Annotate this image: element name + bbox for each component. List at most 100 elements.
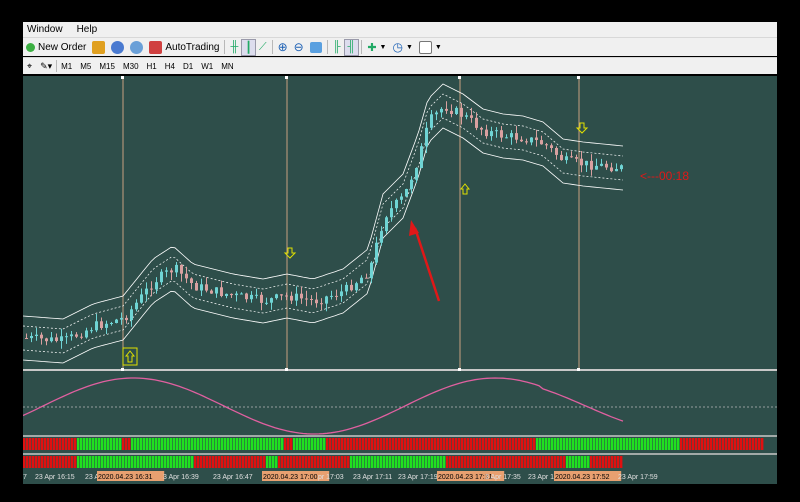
signal-bar bbox=[116, 438, 119, 450]
indicators-button[interactable]: ✚ ▼ bbox=[364, 39, 389, 56]
signal-bar bbox=[521, 438, 524, 450]
signal-bar bbox=[359, 438, 362, 450]
signal-bar bbox=[431, 438, 434, 450]
timeframe-h4[interactable]: H4 bbox=[161, 59, 179, 74]
time-axis-label: 2020.04.23 17:00 bbox=[263, 474, 318, 481]
signal-bar bbox=[509, 456, 512, 468]
signal-bar bbox=[44, 438, 47, 450]
bar-chart-button[interactable]: ╫ bbox=[227, 39, 241, 56]
signal-bar bbox=[602, 438, 605, 450]
menu-window[interactable]: Window bbox=[27, 24, 63, 35]
signal-bar bbox=[434, 438, 437, 450]
objects-dropdown[interactable]: ✎▾ bbox=[36, 61, 56, 72]
timeframe-w1[interactable]: W1 bbox=[197, 59, 217, 74]
candle-body bbox=[150, 288, 153, 290]
candle-body bbox=[125, 317, 128, 321]
signal-bar bbox=[281, 456, 284, 468]
signal-bar bbox=[440, 456, 443, 468]
timeframe-mn[interactable]: MN bbox=[217, 59, 237, 74]
signal-bar bbox=[98, 456, 101, 468]
signal-bar bbox=[164, 438, 167, 450]
signal-bar bbox=[569, 456, 572, 468]
signal-bar bbox=[656, 438, 659, 450]
signal-bar bbox=[155, 438, 158, 450]
signal-bar bbox=[428, 438, 431, 450]
signal-bar bbox=[431, 456, 434, 468]
candle-body bbox=[205, 284, 208, 291]
signal-bar bbox=[35, 438, 38, 450]
chart-window[interactable]: <---00:18 7 23 Apr 16:15 23 Ap 2020.04.23 1… bbox=[22, 76, 777, 484]
timeframe-m5[interactable]: M5 bbox=[76, 59, 95, 74]
line-chart-button[interactable]: ⟋ bbox=[256, 39, 270, 56]
zoom-out-button[interactable]: ⊖ bbox=[291, 39, 307, 56]
signal-bar bbox=[551, 438, 554, 450]
signal-bar bbox=[599, 456, 602, 468]
periods-button[interactable]: ◷ ▼ bbox=[389, 39, 415, 56]
signals-button[interactable] bbox=[127, 39, 146, 56]
crosshair-icon[interactable]: ⌖ bbox=[23, 61, 36, 72]
signal-bar bbox=[563, 456, 566, 468]
candle-body bbox=[315, 299, 318, 304]
tile-windows-button[interactable] bbox=[307, 39, 325, 56]
signal-bar bbox=[227, 438, 230, 450]
signal-bar bbox=[251, 438, 254, 450]
signal-bar bbox=[599, 438, 602, 450]
signal-bar bbox=[206, 456, 209, 468]
account-button[interactable] bbox=[108, 39, 127, 56]
signal-bar bbox=[92, 438, 95, 450]
signal-bar bbox=[464, 456, 467, 468]
signal-bar bbox=[422, 456, 425, 468]
autotrading-button[interactable]: AutoTrading bbox=[146, 39, 222, 56]
signal-bar bbox=[107, 456, 110, 468]
candle-body bbox=[180, 264, 183, 274]
zoom-out-icon: ⊖ bbox=[293, 40, 304, 54]
signal-bar bbox=[32, 438, 35, 450]
price-chart[interactable]: <---00:18 7 23 Apr 16:15 23 Ap2020.04.23 1… bbox=[22, 76, 777, 484]
signal-bar bbox=[398, 438, 401, 450]
signal-bar bbox=[389, 456, 392, 468]
signal-bar bbox=[581, 456, 584, 468]
signal-bar bbox=[347, 456, 350, 468]
candle-body bbox=[240, 293, 243, 295]
candle-body bbox=[245, 293, 248, 300]
strategy-tester-button[interactable] bbox=[89, 39, 108, 56]
signal-bar bbox=[317, 456, 320, 468]
signal-bar bbox=[74, 456, 77, 468]
signal-bar bbox=[221, 456, 224, 468]
templates-button[interactable]: ▼ bbox=[416, 39, 445, 56]
signal-bar bbox=[668, 438, 671, 450]
candle-body bbox=[445, 108, 448, 111]
signal-bar bbox=[485, 438, 488, 450]
signal-bar bbox=[227, 456, 230, 468]
signal-bar bbox=[530, 438, 533, 450]
timeframe-m15[interactable]: M15 bbox=[95, 59, 119, 74]
new-order-button[interactable]: New Order bbox=[23, 39, 89, 56]
candle-body bbox=[350, 284, 353, 291]
signal-bar bbox=[455, 438, 458, 450]
candlestick-button[interactable]: ┃ bbox=[241, 38, 256, 56]
signal-bar bbox=[290, 456, 293, 468]
signal-bar bbox=[50, 438, 53, 450]
signal-bar bbox=[83, 438, 86, 450]
chart-shift-button[interactable]: ╟ bbox=[330, 39, 344, 56]
signal-bar bbox=[143, 456, 146, 468]
candle-body bbox=[435, 112, 438, 115]
signal-bar bbox=[725, 438, 728, 450]
signal-bar bbox=[479, 438, 482, 450]
signal-bar bbox=[233, 438, 236, 450]
signal-bar bbox=[425, 456, 428, 468]
timeframe-m30[interactable]: M30 bbox=[119, 59, 143, 74]
signal-bar bbox=[272, 456, 275, 468]
candle-body bbox=[235, 293, 238, 296]
signal-bar bbox=[521, 456, 524, 468]
zoom-in-button[interactable]: ⊕ bbox=[275, 39, 291, 56]
autoscroll-button[interactable]: ╢ bbox=[343, 38, 360, 56]
timeframe-h1[interactable]: H1 bbox=[143, 59, 161, 74]
signal-bar bbox=[476, 456, 479, 468]
timeframe-m1[interactable]: M1 bbox=[57, 59, 76, 74]
candle-body bbox=[600, 163, 603, 166]
signal-bar bbox=[404, 438, 407, 450]
signal-bar bbox=[560, 456, 563, 468]
timeframe-d1[interactable]: D1 bbox=[179, 59, 197, 74]
menu-help[interactable]: Help bbox=[77, 24, 98, 35]
